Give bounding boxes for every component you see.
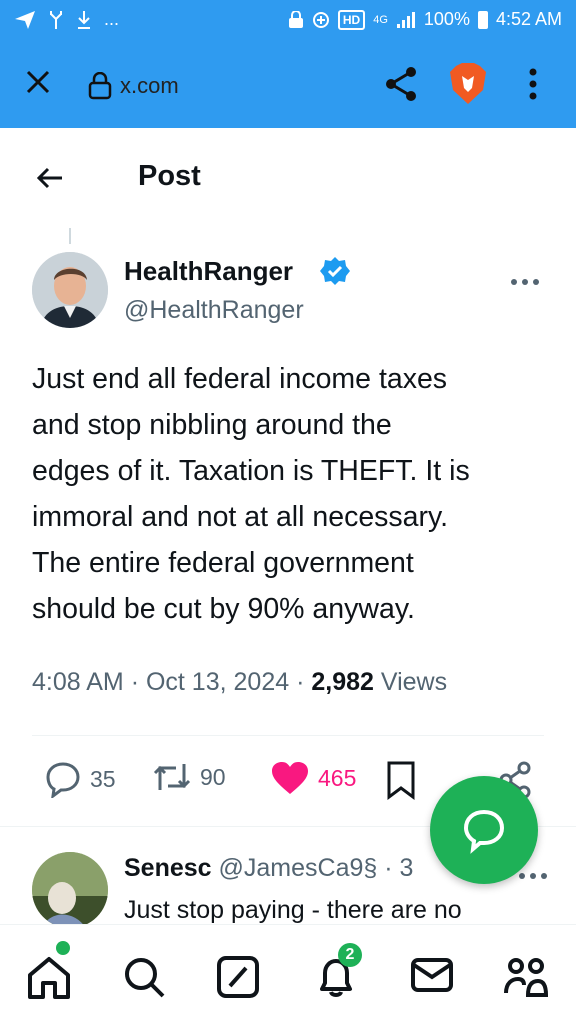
fork-icon (50, 10, 62, 29)
post-body: Just end all federal income taxes and st… (32, 356, 552, 632)
repost-count: 90 (200, 763, 226, 790)
meta-separator: · (130, 668, 146, 696)
status-bar: ... HD 4G 100% 4:52 AM (0, 0, 576, 40)
divider (32, 735, 544, 736)
browser-chrome: ... HD 4G 100% 4:52 AM x.com (0, 0, 576, 128)
repost-button[interactable]: 90 (152, 760, 226, 794)
reply-icon (46, 762, 80, 798)
nav-search[interactable] (122, 955, 166, 1004)
reply-avatar[interactable] (32, 852, 108, 928)
more-dots-icon (519, 873, 547, 879)
post-more-button[interactable] (510, 262, 540, 293)
author-avatar[interactable] (32, 252, 108, 328)
url-text[interactable]: x.com (120, 73, 179, 99)
communities-icon (504, 958, 549, 997)
network-type: 4G (373, 13, 388, 26)
nav-grok[interactable] (216, 955, 260, 1004)
bottom-nav: 2 (0, 924, 576, 1024)
like-button[interactable]: 465 (270, 760, 356, 796)
grok-icon (217, 956, 259, 998)
like-count: 465 (318, 764, 357, 791)
speech-bubble-icon (463, 809, 505, 854)
nav-notifications[interactable]: 2 (316, 943, 362, 1004)
views-count: 2,982 (311, 668, 374, 696)
heart-filled-icon (272, 762, 308, 794)
data-saver-icon (312, 11, 329, 28)
reply-button[interactable]: 35 (44, 760, 116, 798)
post-text-line: Just end all federal income taxes (32, 363, 448, 395)
thread-connector (69, 228, 71, 244)
page-title: Post (138, 160, 201, 192)
reply-header: Senesc @JamesCa9§ · 3 (124, 854, 413, 883)
post-time[interactable]: 4:08 AM (32, 668, 124, 696)
battery-percent: 100% (423, 9, 470, 29)
share-icon (386, 67, 416, 101)
vertical-dots-icon (529, 68, 537, 100)
close-tab-button[interactable] (24, 68, 56, 100)
author-name[interactable]: HealthRanger (124, 256, 293, 287)
back-button[interactable] (34, 162, 66, 199)
browser-toolbar: x.com (0, 50, 576, 120)
search-icon (125, 958, 165, 998)
hd-badge: HD (337, 9, 366, 30)
brave-lion-icon (450, 63, 486, 104)
back-arrow-icon (36, 167, 62, 189)
reply-text[interactable]: Just stop paying - there are no (124, 896, 462, 925)
clock: 4:52 AM (495, 9, 562, 29)
nav-home[interactable] (26, 941, 72, 1006)
verified-badge-icon (320, 256, 350, 291)
brave-shields-button[interactable] (448, 62, 488, 111)
post-text-line: The entire federal government (32, 547, 414, 579)
post-date[interactable]: Oct 13, 2024 (146, 668, 289, 696)
browser-menu-button[interactable] (528, 68, 538, 105)
lock-status-icon (288, 10, 303, 28)
bookmark-button[interactable] (386, 760, 416, 800)
post-text-line: should be cut by 90% anyway. (32, 593, 415, 625)
reply-author-name[interactable]: Senesc (124, 854, 212, 882)
compose-reply-button[interactable] (430, 776, 538, 884)
home-icon (28, 957, 70, 999)
close-icon (26, 70, 50, 94)
nav-communities[interactable] (504, 955, 549, 1004)
author-handle[interactable]: @HealthRanger (124, 296, 304, 325)
views-label: Views (380, 668, 448, 696)
nav-messages[interactable] (410, 955, 454, 1000)
notifications-badge: 2 (338, 943, 362, 967)
home-unread-dot (56, 941, 70, 955)
download-icon (78, 10, 90, 29)
status-ellipsis: ... (104, 9, 120, 29)
share-button[interactable] (384, 66, 418, 107)
meta-separator: · (296, 668, 312, 696)
send-icon (15, 10, 35, 29)
post-meta: 4:08 AM · Oct 13, 2024 · 2,982 Views (32, 668, 447, 697)
bookmark-icon (387, 761, 415, 800)
mail-icon (411, 958, 453, 992)
reply-author-handle[interactable]: @JamesCa9§ · 3 (219, 854, 414, 882)
post-text-line: immoral and not at all necessary. (32, 501, 449, 533)
repost-icon (153, 764, 191, 790)
more-dots-icon (511, 279, 539, 285)
post-text-line: edges of it. Taxation is THEFT. It is (32, 455, 470, 487)
post-text-line: and stop nibbling around the (32, 409, 392, 441)
reply-count: 35 (90, 765, 116, 792)
battery-icon (477, 10, 488, 29)
signal-icon (396, 11, 415, 28)
site-lock-icon[interactable] (88, 71, 112, 105)
